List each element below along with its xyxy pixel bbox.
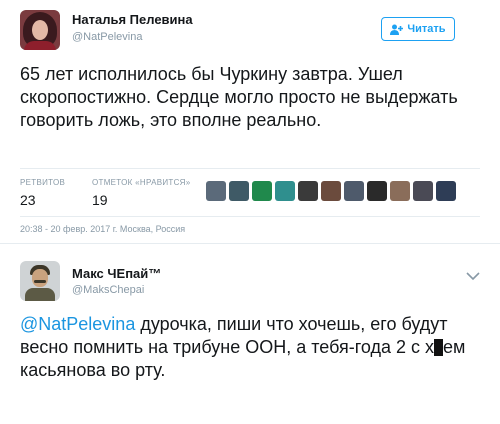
reply-author-handle[interactable]: @MaksChepai bbox=[72, 284, 144, 296]
tweet-text: 65 лет исполнилось бы Чуркину завтра. Уш… bbox=[20, 64, 458, 130]
liker-avatar[interactable] bbox=[390, 181, 410, 201]
author-name[interactable]: Наталья Пелевина bbox=[72, 12, 193, 27]
liker-avatar[interactable] bbox=[229, 181, 249, 201]
divider bbox=[20, 168, 480, 169]
tweet-original: Наталья Пелевина @NatPelevina Читать 65 … bbox=[0, 0, 500, 243]
likes-label: ОТМЕТОК «НРАВИТСЯ» bbox=[92, 178, 191, 187]
liker-avatar[interactable] bbox=[344, 181, 364, 201]
follow-user-icon bbox=[390, 24, 404, 35]
mention-link[interactable]: @NatPelevina bbox=[20, 314, 135, 334]
liker-avatar[interactable] bbox=[275, 181, 295, 201]
reply-text: @NatPelevina дурочка, пиши что хочешь, е… bbox=[20, 313, 480, 382]
liker-avatar[interactable] bbox=[298, 181, 318, 201]
avatar[interactable] bbox=[20, 10, 60, 50]
retweets-count[interactable]: 23 bbox=[20, 192, 36, 208]
avatar[interactable] bbox=[20, 261, 60, 301]
divider bbox=[20, 216, 480, 217]
follow-button-label: Читать bbox=[407, 23, 446, 35]
follow-button[interactable]: Читать bbox=[381, 17, 455, 41]
liker-avatar[interactable] bbox=[413, 181, 433, 201]
retweets-label: РЕТВИТОВ bbox=[20, 178, 66, 187]
liker-avatar[interactable] bbox=[321, 181, 341, 201]
tweet-timestamp-location[interactable]: 20:38 - 20 февр. 2017 г. Москва, Россия bbox=[20, 224, 185, 234]
liker-avatar[interactable] bbox=[436, 181, 456, 201]
author-handle[interactable]: @NatPelevina bbox=[72, 31, 142, 43]
liker-avatar[interactable] bbox=[367, 181, 387, 201]
chevron-down-icon[interactable] bbox=[466, 271, 480, 281]
censor-blot bbox=[434, 339, 444, 356]
liker-avatar[interactable] bbox=[206, 181, 226, 201]
likers-avatars bbox=[206, 181, 456, 201]
likes-count[interactable]: 19 bbox=[92, 192, 108, 208]
liker-avatar[interactable] bbox=[252, 181, 272, 201]
reply-author-name[interactable]: Макс ЧЕпай™ bbox=[72, 266, 161, 281]
